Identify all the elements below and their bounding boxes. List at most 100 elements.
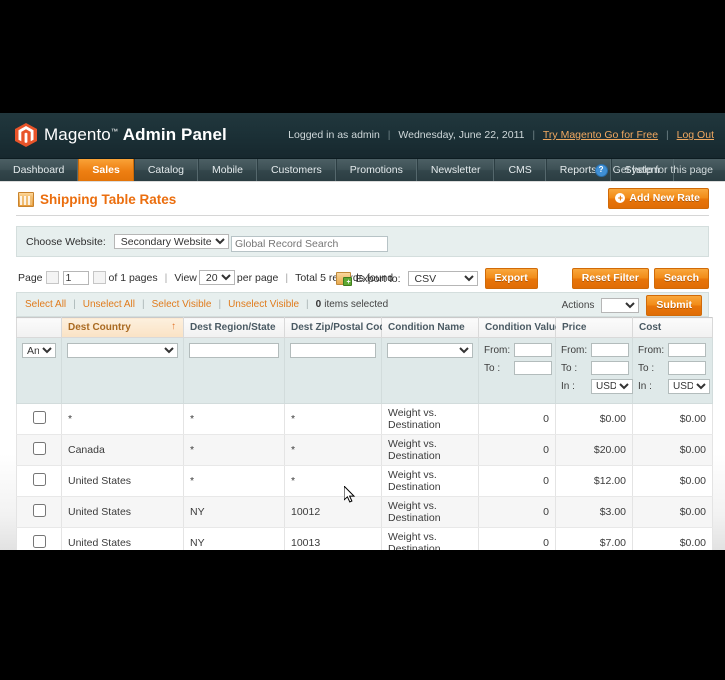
- prev-page-button[interactable]: [46, 271, 59, 284]
- filter-cost-from[interactable]: [668, 343, 706, 357]
- col-header-dest-zip[interactable]: Dest Zip/Postal Code: [285, 318, 382, 338]
- filter-price-from[interactable]: [591, 343, 629, 357]
- website-select[interactable]: Secondary Website: [114, 234, 229, 249]
- get-help-label: Get help for this page: [613, 164, 713, 176]
- col-header-cost[interactable]: Cost: [633, 318, 713, 338]
- condition-value-to-row: To :: [484, 361, 550, 375]
- submit-button[interactable]: Submit: [646, 295, 702, 316]
- global-search-input[interactable]: [231, 236, 388, 252]
- export-format-select[interactable]: CSV: [408, 271, 478, 286]
- actions-label: Actions: [562, 300, 595, 311]
- plus-circle-icon: +: [615, 193, 625, 203]
- table-row[interactable]: * * * Weight vs. Destination 0 $0.00 $0.…: [17, 404, 713, 435]
- get-help-link[interactable]: ? Get help for this page: [595, 159, 713, 181]
- row-checkbox-cell: [17, 435, 62, 466]
- add-new-rate-button[interactable]: + Add New Rate: [608, 188, 709, 209]
- per-page-select[interactable]: 20: [199, 270, 235, 285]
- cell-dest-country: *: [62, 404, 184, 435]
- col-header-condition-name[interactable]: Condition Name: [382, 318, 479, 338]
- filter-condition-name-select[interactable]: [387, 343, 473, 358]
- condition-value-from-label: From:: [484, 345, 510, 356]
- cell-condition-value: 0: [479, 528, 556, 551]
- col-header-condition-value[interactable]: Condition Value: [479, 318, 556, 338]
- cell-price: $0.00: [556, 404, 633, 435]
- filter-cost-to[interactable]: [668, 361, 706, 375]
- table-row[interactable]: United States * * Weight vs. Destination…: [17, 466, 713, 497]
- filter-price-currency-select[interactable]: USD: [591, 379, 633, 394]
- logged-in-text: Logged in as admin: [288, 129, 380, 141]
- toolbar-separator-1: |: [165, 272, 168, 284]
- nav-item-newsletter[interactable]: Newsletter: [417, 159, 495, 181]
- nav-item-sales[interactable]: Sales: [78, 159, 133, 181]
- filter-condition-value-to[interactable]: [514, 361, 552, 375]
- table-row[interactable]: United States NY 10012 Weight vs. Destin…: [17, 497, 713, 528]
- header-status-bar: Logged in as admin | Wednesday, June 22,…: [288, 129, 714, 141]
- nav-item-dashboard[interactable]: Dashboard: [0, 159, 78, 181]
- filter-cell-dest-country: [62, 338, 184, 404]
- filter-checkbox-select[interactable]: Any: [22, 343, 56, 358]
- col-header-dest-country-label: Dest Country: [68, 322, 131, 333]
- nav-item-cms[interactable]: CMS: [494, 159, 545, 181]
- nav-item-customers[interactable]: Customers: [257, 159, 336, 181]
- cost-from-row: From:: [638, 343, 707, 357]
- cost-to-label: To :: [638, 363, 664, 374]
- filter-dest-zip-input[interactable]: [290, 343, 376, 358]
- view-label: View: [174, 272, 197, 284]
- row-checkbox[interactable]: [33, 535, 46, 548]
- select-all-link[interactable]: Select All: [25, 299, 66, 310]
- unselect-visible-link[interactable]: Unselect Visible: [228, 299, 299, 310]
- filter-cell-cost: From: To : In : USD: [633, 338, 713, 404]
- unselect-all-link[interactable]: Unselect All: [83, 299, 135, 310]
- cell-condition-value: 0: [479, 466, 556, 497]
- cell-dest-region: NY: [184, 528, 285, 551]
- row-checkbox[interactable]: [33, 504, 46, 517]
- cell-condition-name: Weight vs. Destination: [382, 404, 479, 435]
- filter-cost-currency-select[interactable]: USD: [668, 379, 710, 394]
- table-row[interactable]: Canada * * Weight vs. Destination 0 $20.…: [17, 435, 713, 466]
- nav-item-promotions[interactable]: Promotions: [336, 159, 417, 181]
- massaction-actions: Actions Submit: [562, 295, 702, 316]
- col-header-dest-country[interactable]: Dest Country ↑: [62, 318, 184, 338]
- filter-dest-region-input[interactable]: [189, 343, 279, 358]
- current-date: Wednesday, June 22, 2011: [398, 129, 524, 141]
- page-header: Shipping Table Rates + Add New Rate: [14, 182, 711, 215]
- filter-dest-country-select[interactable]: [67, 343, 178, 358]
- actions-select[interactable]: [601, 298, 639, 313]
- brand-text: Magento™ Admin Panel: [44, 125, 227, 145]
- cell-price: $7.00: [556, 528, 633, 551]
- col-header-checkbox[interactable]: [17, 318, 62, 338]
- search-button[interactable]: Search: [654, 268, 709, 289]
- reset-filter-button[interactable]: Reset Filter: [572, 268, 649, 289]
- rates-table: Dest Country ↑ Dest Region/State Dest Zi…: [16, 317, 713, 550]
- col-header-dest-region[interactable]: Dest Region/State: [184, 318, 285, 338]
- nav-item-catalog[interactable]: Catalog: [134, 159, 198, 181]
- logout-link[interactable]: Log Out: [677, 129, 714, 141]
- price-from-label: From:: [561, 345, 587, 356]
- page-number-input[interactable]: [63, 271, 89, 285]
- cell-dest-zip: 10013: [285, 528, 382, 551]
- filter-condition-value-from[interactable]: [514, 343, 552, 357]
- row-checkbox[interactable]: [33, 473, 46, 486]
- row-checkbox[interactable]: [33, 411, 46, 424]
- table-row[interactable]: United States NY 10013 Weight vs. Destin…: [17, 528, 713, 551]
- filter-cell-price: From: To : In : USD: [556, 338, 633, 404]
- condition-value-from-row: From:: [484, 343, 550, 357]
- cell-cost: $0.00: [633, 497, 713, 528]
- magento-logo[interactable]: Magento™ Admin Panel: [15, 123, 227, 147]
- nav-item-mobile[interactable]: Mobile: [198, 159, 257, 181]
- items-selected-label: items selected: [324, 299, 388, 310]
- try-magento-go-link[interactable]: Try Magento Go for Free: [543, 129, 658, 141]
- shipping-rates-grid: Page of 1 pages | View 20 per page | Tot…: [16, 270, 709, 550]
- select-visible-link[interactable]: Select Visible: [152, 299, 212, 310]
- page-label: Page: [18, 272, 43, 284]
- filter-price-to[interactable]: [591, 361, 629, 375]
- row-checkbox[interactable]: [33, 442, 46, 455]
- grid-toolbar: Page of 1 pages | View 20 per page | Tot…: [16, 270, 709, 292]
- col-header-price[interactable]: Price: [556, 318, 633, 338]
- cell-cost: $0.00: [633, 404, 713, 435]
- export-button[interactable]: Export: [485, 268, 538, 289]
- cell-dest-country: United States: [62, 466, 184, 497]
- title-divider: [16, 215, 709, 216]
- next-page-button[interactable]: [93, 271, 106, 284]
- header-separator-1: |: [388, 129, 391, 141]
